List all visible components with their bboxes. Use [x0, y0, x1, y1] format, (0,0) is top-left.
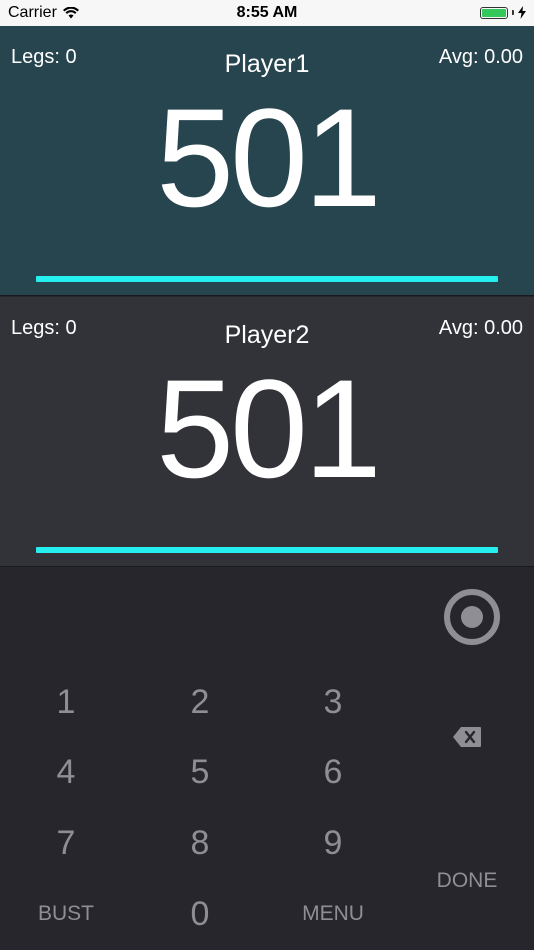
key-2[interactable]: 2: [140, 672, 260, 732]
key-1[interactable]: 1: [6, 672, 126, 732]
key-8[interactable]: 8: [140, 813, 260, 873]
menu-button[interactable]: MENU: [273, 884, 393, 944]
key-9[interactable]: 9: [273, 813, 393, 873]
dartboard-target-icon[interactable]: [443, 588, 501, 646]
key-3[interactable]: 3: [273, 672, 393, 732]
player-panel-2: Legs: 0 Player2 Avg: 0.00 501: [0, 297, 534, 567]
remaining-score: 501: [156, 350, 382, 507]
done-button[interactable]: DONE: [426, 866, 508, 896]
key-7[interactable]: 7: [6, 813, 126, 873]
status-time: 8:55 AM: [236, 4, 298, 21]
remaining-score: 501: [156, 79, 382, 236]
key-4[interactable]: 4: [6, 742, 126, 802]
battery-indicator: [480, 6, 526, 19]
key-0[interactable]: 0: [140, 884, 260, 944]
player-panel-1: Legs: 0 Player1 Avg: 0.00 501: [0, 26, 534, 296]
key-5[interactable]: 5: [140, 742, 260, 802]
battery-icon: [480, 6, 508, 19]
average-score: Avg: 0.00: [438, 46, 523, 68]
backspace-icon[interactable]: [452, 726, 482, 748]
active-player-indicator: [36, 547, 498, 553]
key-6[interactable]: 6: [273, 742, 393, 802]
active-player-indicator-fill: [36, 276, 498, 282]
active-player-indicator-fill: [36, 547, 498, 553]
active-player-indicator: [36, 276, 498, 282]
average-score: Avg: 0.00: [438, 317, 523, 339]
charging-bolt-icon: [518, 6, 526, 19]
bust-button[interactable]: BUST: [6, 884, 126, 944]
status-bar: Carrier 8:55 AM: [0, 0, 534, 26]
